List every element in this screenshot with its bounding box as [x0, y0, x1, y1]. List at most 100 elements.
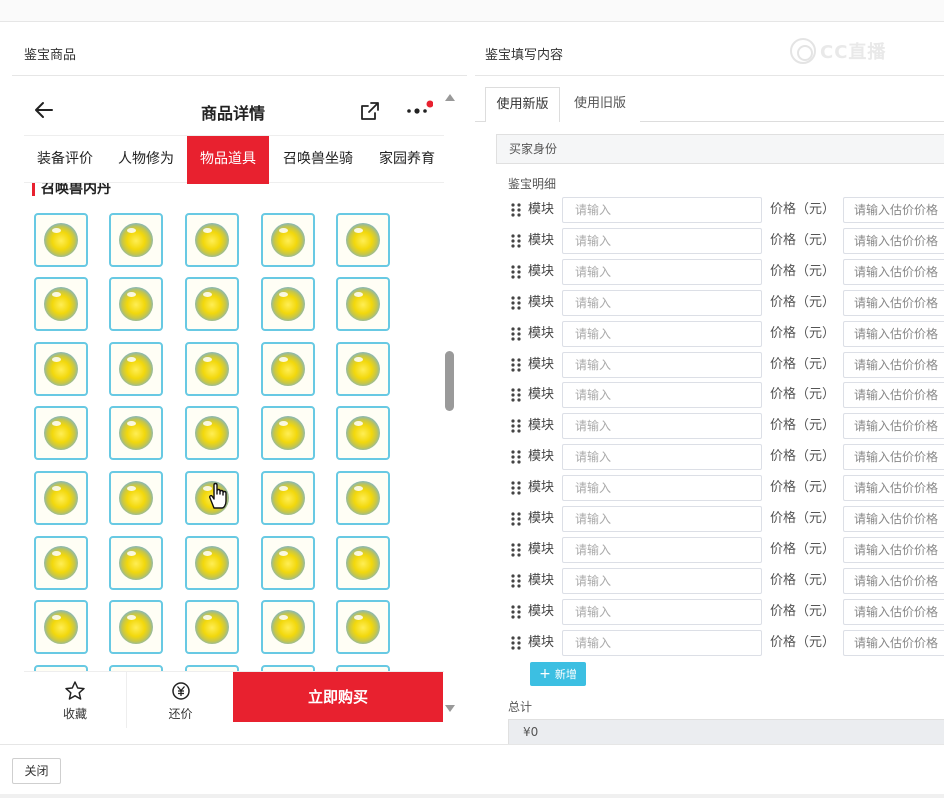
module-input[interactable]: [562, 413, 762, 439]
add-row-button[interactable]: + 新增: [530, 662, 586, 686]
tab-items[interactable]: 物品道具: [187, 136, 269, 184]
inventory-item[interactable]: [261, 536, 315, 590]
inventory-item[interactable]: [261, 406, 315, 460]
tab-new-version[interactable]: 使用新版: [485, 87, 560, 122]
price-input[interactable]: [843, 475, 944, 501]
close-button[interactable]: 关闭: [12, 758, 61, 784]
price-input[interactable]: [843, 599, 944, 625]
price-input[interactable]: [843, 197, 944, 223]
inventory-item[interactable]: [34, 471, 88, 525]
more-dots-icon[interactable]: [405, 100, 433, 120]
inventory-item[interactable]: [336, 342, 390, 396]
price-input[interactable]: [843, 228, 944, 254]
buy-now-button[interactable]: 立即购买: [233, 672, 443, 722]
drag-handle-icon[interactable]: [511, 265, 521, 279]
drag-handle-icon[interactable]: [511, 419, 521, 433]
module-input[interactable]: [562, 568, 762, 594]
inventory-item[interactable]: [109, 277, 163, 331]
inventory-item[interactable]: [185, 406, 239, 460]
drag-handle-icon[interactable]: [511, 327, 521, 341]
inventory-item[interactable]: [109, 600, 163, 654]
price-input[interactable]: [843, 413, 944, 439]
module-input[interactable]: [562, 321, 762, 347]
inventory-item[interactable]: [185, 213, 239, 267]
inventory-item[interactable]: [261, 213, 315, 267]
share-icon[interactable]: [359, 100, 381, 122]
drag-handle-icon[interactable]: [511, 234, 521, 248]
drag-handle-icon[interactable]: [511, 636, 521, 650]
price-input[interactable]: [843, 568, 944, 594]
inventory-item[interactable]: [185, 277, 239, 331]
price-label: 价格（元）: [770, 357, 836, 372]
module-input[interactable]: [562, 228, 762, 254]
scrollbar-thumb[interactable]: [445, 351, 454, 411]
inventory-item[interactable]: [336, 471, 390, 525]
module-input[interactable]: [562, 475, 762, 501]
module-input[interactable]: [562, 537, 762, 563]
inventory-item[interactable]: [109, 342, 163, 396]
inventory-item[interactable]: [185, 342, 239, 396]
drag-handle-icon[interactable]: [511, 605, 521, 619]
module-input[interactable]: [562, 630, 762, 656]
inventory-item[interactable]: [336, 600, 390, 654]
price-input[interactable]: [843, 352, 944, 378]
drag-handle-icon[interactable]: [511, 574, 521, 588]
module-input[interactable]: [562, 599, 762, 625]
inventory-item[interactable]: [34, 342, 88, 396]
module-input[interactable]: [562, 352, 762, 378]
drag-handle-icon[interactable]: [511, 358, 521, 372]
inventory-item[interactable]: [109, 536, 163, 590]
price-input[interactable]: [843, 290, 944, 316]
module-input[interactable]: [562, 382, 762, 408]
price-input[interactable]: [843, 444, 944, 470]
scroll-down-icon[interactable]: [444, 704, 456, 714]
drag-handle-icon[interactable]: [511, 388, 521, 402]
price-input[interactable]: [843, 321, 944, 347]
inventory-item[interactable]: [34, 406, 88, 460]
inventory-item[interactable]: [336, 277, 390, 331]
inventory-item[interactable]: [34, 600, 88, 654]
module-input[interactable]: [562, 506, 762, 532]
tab-home[interactable]: 家园养育: [367, 136, 447, 184]
price-input[interactable]: [843, 259, 944, 285]
inventory-item[interactable]: [261, 277, 315, 331]
scroll-up-icon[interactable]: [444, 92, 456, 102]
price-input[interactable]: [843, 537, 944, 563]
price-input[interactable]: [843, 382, 944, 408]
module-input[interactable]: [562, 259, 762, 285]
pill-orb-icon: [271, 287, 305, 321]
inventory-item[interactable]: [34, 213, 88, 267]
tab-old-version[interactable]: 使用旧版: [560, 87, 640, 122]
inventory-item[interactable]: [336, 536, 390, 590]
inventory-item[interactable]: [261, 342, 315, 396]
bargain-button[interactable]: 还价: [128, 672, 233, 728]
inventory-item[interactable]: [34, 277, 88, 331]
favorite-button[interactable]: 收藏: [24, 672, 127, 728]
price-input[interactable]: [843, 630, 944, 656]
price-input[interactable]: [843, 506, 944, 532]
module-input[interactable]: [562, 197, 762, 223]
inventory-item[interactable]: [109, 471, 163, 525]
tab-summon-mount[interactable]: 召唤兽坐骑: [269, 136, 367, 184]
price-label: 价格（元）: [770, 542, 836, 557]
inventory-item[interactable]: [109, 213, 163, 267]
pill-orb-icon: [271, 610, 305, 644]
inventory-item[interactable]: [34, 536, 88, 590]
inventory-item[interactable]: [261, 600, 315, 654]
drag-handle-icon[interactable]: [511, 512, 521, 526]
inventory-item[interactable]: [261, 471, 315, 525]
module-input[interactable]: [562, 444, 762, 470]
drag-handle-icon[interactable]: [511, 203, 521, 217]
inventory-item[interactable]: [109, 406, 163, 460]
inventory-item[interactable]: [185, 536, 239, 590]
inventory-item[interactable]: [185, 600, 239, 654]
drag-handle-icon[interactable]: [511, 481, 521, 495]
tab-character[interactable]: 人物修为: [106, 136, 186, 184]
module-input[interactable]: [562, 290, 762, 316]
drag-handle-icon[interactable]: [511, 543, 521, 557]
drag-handle-icon[interactable]: [511, 296, 521, 310]
inventory-item[interactable]: [336, 406, 390, 460]
drag-handle-icon[interactable]: [511, 450, 521, 464]
inventory-item[interactable]: [336, 213, 390, 267]
tab-equipment[interactable]: 装备评价: [24, 136, 106, 184]
